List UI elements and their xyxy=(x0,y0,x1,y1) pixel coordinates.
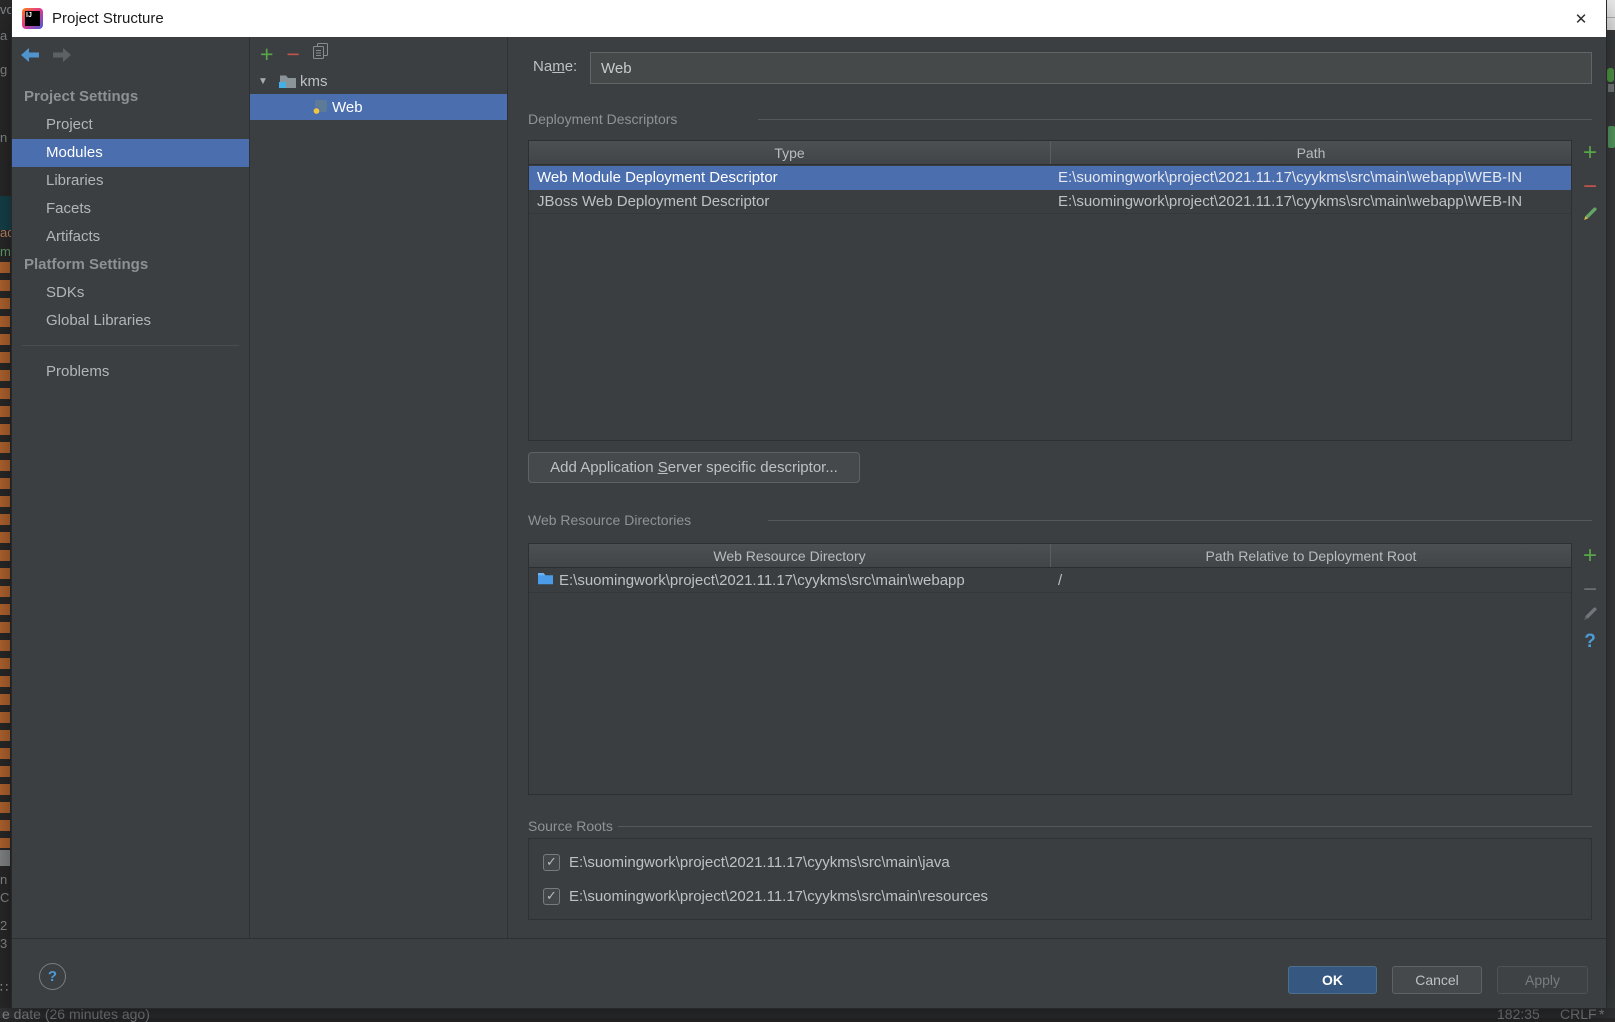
bg-text-fragment: n xyxy=(0,872,8,887)
close-icon[interactable]: ✕ xyxy=(1570,8,1592,30)
bg-gray-block xyxy=(0,850,10,866)
column-header-path[interactable]: Path xyxy=(1050,141,1571,164)
bg-text-fragment: C xyxy=(0,890,10,905)
module-folder-icon xyxy=(276,74,300,88)
status-vcs-annotation: e date (26 minutes ago) xyxy=(2,1006,150,1022)
bg-text-fragment: 2 xyxy=(0,918,8,933)
relative-path: / xyxy=(1058,571,1063,589)
source-root-row[interactable]: ✓ E:\suomingwork\project\2021.11.17\cyyk… xyxy=(543,847,950,877)
name-label: Name: xyxy=(533,58,578,75)
dialog-footer: ? OK Cancel Apply xyxy=(12,938,1606,1008)
ide-status-bar: e date (26 minutes ago) 182:35 CRLF * xyxy=(0,1006,1615,1022)
tree-node-label: Web xyxy=(332,98,363,116)
column-header-path-relative[interactable]: Path Relative to Deployment Root xyxy=(1050,544,1571,567)
bg-text-fragment: n xyxy=(0,130,8,145)
edit-web-resource-icon[interactable] xyxy=(1578,605,1602,623)
source-roots-title: Source Roots xyxy=(528,818,613,834)
help-icon[interactable]: ? xyxy=(1578,631,1602,653)
settings-sidebar: Project Settings Project Modules Librari… xyxy=(12,37,250,938)
remove-module-icon[interactable]: − xyxy=(286,43,299,66)
bg-text-fragment: g xyxy=(0,62,8,77)
add-descriptor-icon[interactable]: + xyxy=(1578,141,1602,165)
table-row[interactable]: E:\suomingwork\project\2021.11.17\cyykms… xyxy=(529,569,1571,593)
sidebar-item-problems[interactable]: Problems xyxy=(12,358,249,386)
descriptor-type: Web Module Deployment Descriptor xyxy=(537,169,778,186)
checkbox-checked-icon[interactable]: ✓ xyxy=(543,887,560,905)
copy-module-icon[interactable] xyxy=(312,43,329,65)
intellij-logo-icon: IJ xyxy=(22,8,43,29)
bg-green-icon xyxy=(1607,68,1614,82)
column-header-type[interactable]: Type xyxy=(529,141,1050,164)
column-header-web-resource-directory[interactable]: Web Resource Directory xyxy=(529,544,1050,567)
descriptor-path: E:\suomingwork\project\2021.11.17\cyykms… xyxy=(1058,169,1523,186)
sidebar-item-sdks[interactable]: SDKs xyxy=(12,279,249,307)
background-ide-right-strip xyxy=(1606,0,1615,1008)
collapse-arrow-icon[interactable]: ▼ xyxy=(250,76,276,87)
bg-white-edge xyxy=(1606,0,1615,30)
tree-node-web-facet[interactable]: Web xyxy=(250,94,507,120)
ok-button[interactable]: OK xyxy=(1288,966,1377,994)
checkbox-checked-icon[interactable]: ✓ xyxy=(543,853,560,871)
bg-orange-file-stripes xyxy=(0,262,10,848)
section-line xyxy=(618,826,1592,827)
deployment-descriptors-title: Deployment Descriptors xyxy=(528,111,678,127)
tree-node-label: kms xyxy=(300,72,328,90)
module-name-input[interactable] xyxy=(590,52,1592,84)
section-line xyxy=(758,119,1592,120)
edit-descriptor-icon[interactable] xyxy=(1578,205,1602,223)
source-root-path: E:\suomingwork\project\2021.11.17\cyykms… xyxy=(569,887,989,905)
tree-node-kms[interactable]: ▼ kms xyxy=(250,68,507,94)
forward-icon[interactable] xyxy=(52,47,72,68)
descriptor-type: JBoss Web Deployment Descriptor xyxy=(537,192,770,210)
web-resource-directories-table: Web Resource Directory Path Relative to … xyxy=(528,543,1572,795)
bg-dots-icon: ∷ xyxy=(0,980,9,995)
sidebar-item-artifacts[interactable]: Artifacts xyxy=(12,223,249,251)
help-button[interactable]: ? xyxy=(39,963,66,990)
remove-web-resource-icon[interactable]: − xyxy=(1578,578,1602,602)
section-line xyxy=(768,520,1592,521)
bg-gray-icon xyxy=(1608,84,1614,92)
back-icon[interactable] xyxy=(20,47,40,68)
sidebar-item-global-libraries[interactable]: Global Libraries xyxy=(12,307,249,335)
bg-text-fragment: a xyxy=(0,28,8,43)
dialog-titlebar: IJ Project Structure ✕ xyxy=(12,0,1606,37)
sidebar-header-platform-settings: Platform Settings xyxy=(24,256,149,273)
sidebar-item-libraries[interactable]: Libraries xyxy=(12,167,249,195)
intellij-logo-text: IJ xyxy=(25,11,40,26)
bg-pencil-icon xyxy=(1608,126,1615,148)
descriptor-path: E:\suomingwork\project\2021.11.17\cyykms… xyxy=(1058,192,1523,210)
sidebar-divider xyxy=(22,345,239,346)
table-row[interactable]: Web Module Deployment Descriptor E:\suom… xyxy=(529,166,1571,190)
modules-tree-panel: + − ▼ kms Web xyxy=(250,37,508,938)
add-web-resource-icon[interactable]: + xyxy=(1578,544,1602,568)
source-roots-box: ✓ E:\suomingwork\project\2021.11.17\cyyk… xyxy=(528,838,1592,920)
web-resource-directory-path: E:\suomingwork\project\2021.11.17\cyykms… xyxy=(559,571,965,589)
add-module-icon[interactable]: + xyxy=(260,43,273,66)
sidebar-item-project[interactable]: Project xyxy=(12,111,249,139)
cancel-button[interactable]: Cancel xyxy=(1392,966,1482,994)
source-root-path: E:\suomingwork\project\2021.11.17\cyykms… xyxy=(569,853,950,871)
bg-text-fragment: 3 xyxy=(0,936,8,951)
web-facet-icon xyxy=(308,99,332,115)
table-header: Type Path xyxy=(529,141,1571,165)
sidebar-item-facets[interactable]: Facets xyxy=(12,195,249,223)
web-resource-directories-title: Web Resource Directories xyxy=(528,512,692,528)
status-caret-position[interactable]: 182:35 xyxy=(1497,1006,1540,1022)
table-row[interactable]: JBoss Web Deployment Descriptor E:\suomi… xyxy=(529,190,1571,214)
sidebar-item-modules[interactable]: Modules xyxy=(12,139,249,167)
status-modified-mark: * xyxy=(1599,1006,1605,1022)
source-root-row[interactable]: ✓ E:\suomingwork\project\2021.11.17\cyyk… xyxy=(543,881,988,911)
bg-text-fragment: m xyxy=(0,244,11,259)
add-app-server-descriptor-button[interactable]: Add Application Server specific descript… xyxy=(528,452,860,483)
table-header: Web Resource Directory Path Relative to … xyxy=(529,544,1571,568)
status-line-separator[interactable]: CRLF xyxy=(1560,1006,1597,1022)
sidebar-header-project-settings: Project Settings xyxy=(24,88,139,105)
dialog-title: Project Structure xyxy=(52,10,164,27)
deployment-descriptors-table: Type Path Web Module Deployment Descript… xyxy=(528,140,1572,441)
remove-descriptor-icon[interactable]: − xyxy=(1578,175,1602,199)
module-detail-panel: Name: Deployment Descriptors Type Path W… xyxy=(508,37,1606,938)
apply-button[interactable]: Apply xyxy=(1497,966,1588,994)
project-structure-dialog: IJ Project Structure ✕ Project Settings … xyxy=(12,0,1606,1008)
folder-icon xyxy=(537,569,553,592)
